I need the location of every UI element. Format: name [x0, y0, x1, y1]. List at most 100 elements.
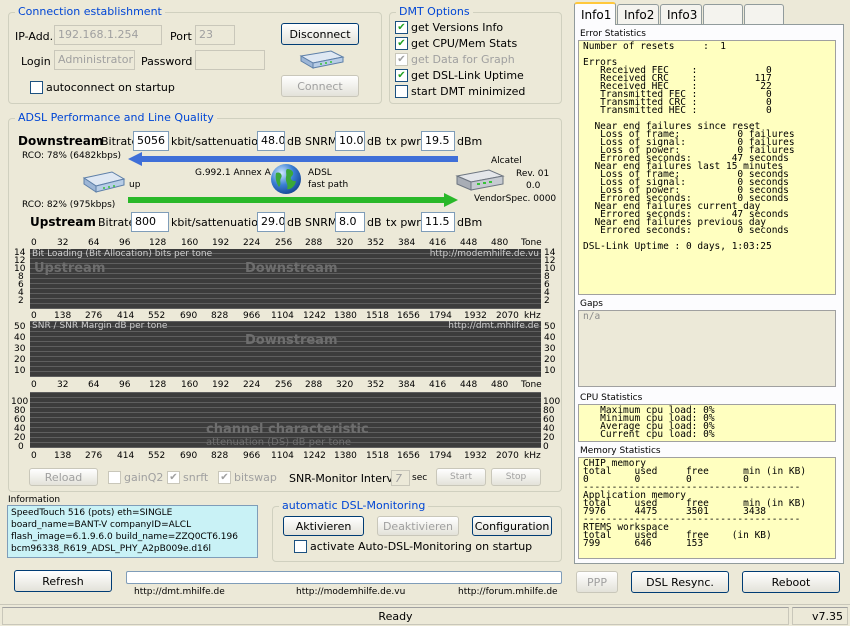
up-attn-field[interactable]: 29.0: [257, 212, 285, 232]
down-snrm-unit: dB: [367, 135, 382, 148]
configuration-button[interactable]: Configuration: [472, 516, 552, 536]
up-attn-label: attenuation: [201, 216, 265, 229]
down-attn-label: attenuation: [201, 135, 265, 148]
khz-tick: 966: [243, 451, 261, 461]
disconnect-button[interactable]: Disconnect: [281, 23, 359, 45]
cpu-mem-label: get CPU/Mem Stats: [411, 37, 518, 50]
snrft-box[interactable]: ✔: [167, 471, 180, 484]
khz-tick: 2070: [496, 311, 519, 321]
graph-data-label: get Data for Graph: [411, 53, 515, 66]
port-label: Port: [170, 30, 192, 43]
minimized-box[interactable]: [395, 85, 408, 98]
khz-tick: 1656: [397, 311, 420, 321]
versions-info-box[interactable]: ✔: [395, 21, 408, 34]
adsl-title: ADSL Performance and Line Quality: [15, 111, 217, 124]
auto-startup-box[interactable]: [294, 540, 307, 553]
refresh-button[interactable]: Refresh: [14, 570, 112, 592]
snr-interval-field[interactable]: 7: [391, 470, 410, 486]
tone-tick: 448: [460, 238, 478, 248]
start-button[interactable]: Start: [436, 468, 486, 486]
info-line: board_name=BANT-V companyID=ALCL: [11, 520, 192, 530]
rev-value: 0.0: [526, 181, 541, 191]
gainq2-box[interactable]: [108, 471, 121, 484]
resync-button[interactable]: DSL Resync.: [631, 571, 729, 593]
tone-tick: 480: [491, 380, 509, 390]
uptime-box[interactable]: ✔: [395, 69, 408, 82]
mem-stats-text: CHIP memory total used free min (in KB) …: [583, 458, 807, 549]
tab-info2[interactable]: Info2: [617, 4, 659, 24]
gaps-title: Gaps: [580, 299, 603, 309]
cpu-stats-text: Maximum cpu load: 0% Minimum cpu load: 0…: [600, 405, 715, 440]
reload-button[interactable]: Reload: [29, 468, 98, 486]
connect-button[interactable]: Connect: [281, 75, 359, 97]
down-bitrate-field[interactable]: 5056: [133, 131, 169, 151]
port-field[interactable]: 23: [195, 25, 235, 45]
cpu-mem-box[interactable]: ✔: [395, 37, 408, 50]
autoconnect-checkbox[interactable]: autoconnect on startup: [30, 81, 175, 94]
graph-data-box[interactable]: ✔: [395, 53, 408, 66]
tone-tick: 320: [336, 238, 354, 248]
gaps-text: n/a: [583, 311, 601, 322]
versions-info-checkbox[interactable]: ✔ get Versions Info: [395, 21, 503, 34]
up-snrm-field[interactable]: 8.0: [335, 212, 365, 232]
down-attn-field[interactable]: 48.0: [257, 131, 285, 151]
status-bar: Ready v7.35: [0, 604, 850, 626]
tone-tick: 64: [88, 238, 100, 248]
down-txpwr-field[interactable]: 19.5: [421, 131, 455, 151]
link-modemhilfe[interactable]: http://modemhilfe.de.vu: [296, 587, 405, 597]
graph-data-checkbox[interactable]: ✔ get Data for Graph: [395, 53, 515, 66]
y-tick: 20: [14, 355, 26, 365]
y-tick: 10: [544, 366, 556, 376]
tone-tick: 224: [243, 238, 261, 248]
up-bitrate-field[interactable]: 800: [131, 212, 169, 232]
password-field[interactable]: [195, 50, 265, 70]
deactivate-button[interactable]: Deaktivieren: [377, 516, 459, 536]
tone-tick: 288: [305, 380, 323, 390]
cpu-mem-checkbox[interactable]: ✔ get CPU/Mem Stats: [395, 37, 517, 50]
up-txpwr-field[interactable]: 11.5: [421, 212, 455, 232]
vendor-name: Alcatel: [491, 156, 522, 166]
reboot-button[interactable]: Reboot: [742, 571, 840, 593]
tone-tick: 128: [149, 380, 167, 390]
tone-axis-label: Tone: [521, 238, 542, 248]
minimized-checkbox[interactable]: start DMT minimized: [395, 85, 525, 98]
bitswap-box[interactable]: ✔: [218, 471, 231, 484]
y-tick: 0: [18, 442, 24, 452]
autoconnect-box[interactable]: [30, 81, 43, 94]
tone-tick: 32: [57, 380, 69, 390]
tab-empty-2[interactable]: [744, 4, 784, 24]
khz-tick: 1242: [303, 311, 326, 321]
activate-button[interactable]: Aktivieren: [283, 516, 364, 536]
bitswap-checkbox[interactable]: ✔ bitswap: [218, 471, 277, 484]
ppp-button[interactable]: PPP: [576, 571, 618, 593]
snrft-checkbox[interactable]: ✔ snrft: [167, 471, 208, 484]
khz-tick: 552: [148, 451, 166, 461]
khz-tick: 276: [85, 311, 103, 321]
link-forum[interactable]: http://forum.mhilfe.de: [458, 587, 558, 597]
ip-field[interactable]: 192.168.1.254: [54, 25, 162, 45]
tone-tick: 384: [398, 238, 416, 248]
fastpath-label: fast path: [308, 180, 349, 190]
khz-tick: 276: [85, 451, 103, 461]
downstream-label: Downstream: [18, 134, 104, 148]
dmt-options-title: DMT Options: [396, 5, 473, 18]
gainq2-checkbox[interactable]: gainQ2: [108, 471, 163, 484]
mode-label: G.992.1 Annex A: [195, 168, 271, 178]
tab-info3[interactable]: Info3: [660, 4, 702, 24]
tab-info1[interactable]: Info1: [574, 2, 616, 25]
tone-tick: 160: [181, 238, 199, 248]
information-box: SpeedTouch 516 (pots) eth=SINGLE board_n…: [7, 505, 258, 558]
down-kbits-unit: kbit/s: [171, 135, 202, 148]
stop-button[interactable]: Stop: [491, 468, 541, 486]
down-txpwr-label: tx pwr: [386, 135, 421, 148]
link-dmt[interactable]: http://dmt.mhilfe.de: [134, 587, 225, 597]
khz-tick: 1380: [334, 311, 357, 321]
down-snrm-field[interactable]: 10.0: [335, 131, 365, 151]
bitloading-graph: Bit Loading (Bit Allocation) bits per to…: [30, 249, 541, 309]
snr-monitor-label: SNR-Monitor Interval:: [289, 472, 407, 485]
uptime-checkbox[interactable]: ✔ get DSL-Link Uptime: [395, 69, 524, 82]
login-field[interactable]: Administrator: [54, 50, 135, 70]
auto-startup-checkbox[interactable]: activate Auto-DSL-Monitoring on startup: [294, 540, 532, 553]
versions-info-label: get Versions Info: [411, 21, 504, 34]
tab-empty-1[interactable]: [703, 4, 743, 24]
